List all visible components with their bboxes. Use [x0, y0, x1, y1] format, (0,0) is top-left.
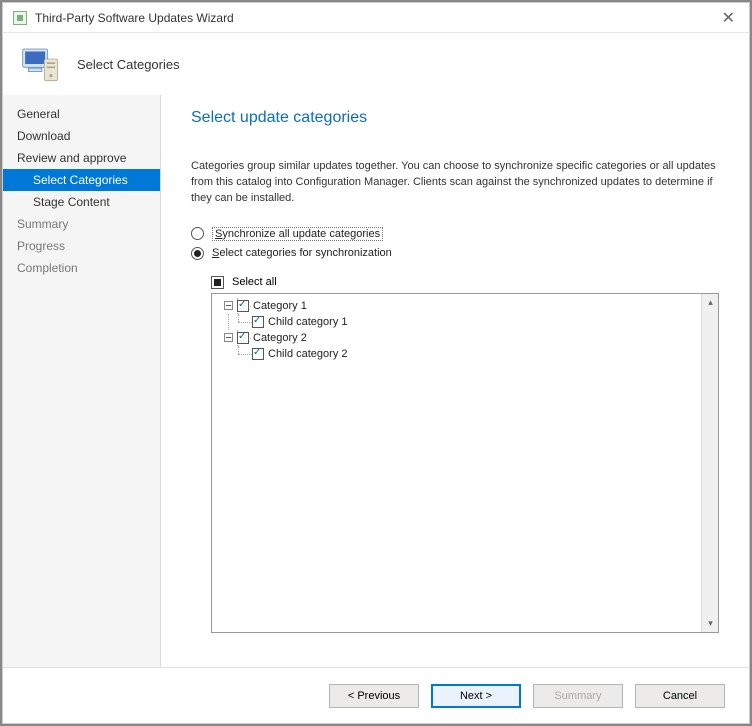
child-2-checkbox[interactable] [252, 348, 264, 360]
select-all-label: Select all [232, 276, 277, 288]
banner: Select Categories [3, 33, 749, 95]
tree-node-child-2[interactable]: Child category 2 [214, 346, 699, 362]
child-1-label: Child category 1 [268, 316, 348, 328]
close-icon: ✕ [722, 10, 735, 27]
nav-item-completion[interactable]: Completion [3, 257, 160, 279]
body: General Download Review and approve Sele… [3, 95, 749, 667]
radio-select-specific-input[interactable] [191, 247, 204, 260]
previous-button[interactable]: < Previous [329, 684, 419, 708]
tree-node-category-2[interactable]: Category 2 [214, 330, 699, 346]
radio-select-specific-label: Select categories for synchronization [212, 247, 392, 259]
category-2-label: Category 2 [253, 332, 307, 344]
title-bar: Third-Party Software Updates Wizard ✕ [3, 3, 749, 33]
child-2-label: Child category 2 [268, 348, 348, 360]
page-title: Select update categories [191, 109, 719, 127]
monitor-server-icon [21, 44, 61, 84]
close-button[interactable]: ✕ [718, 8, 739, 28]
category-tree-inner[interactable]: Category 1 Child category 1 [212, 294, 701, 632]
tree-node-category-1[interactable]: Category 1 [214, 298, 699, 314]
nav-sidebar: General Download Review and approve Sele… [3, 95, 161, 667]
nav-item-select-categories[interactable]: Select Categories [3, 169, 160, 191]
nav-item-download[interactable]: Download [3, 125, 160, 147]
radio-sync-all-input[interactable] [191, 227, 204, 240]
app-icon [13, 11, 27, 25]
wizard-window: Third-Party Software Updates Wizard ✕ Se… [2, 2, 750, 724]
radio-select-specific[interactable]: Select categories for synchronization [191, 247, 719, 260]
summary-button: Summary [533, 684, 623, 708]
nav-item-progress[interactable]: Progress [3, 235, 160, 257]
select-all-row[interactable]: Select all [211, 276, 719, 289]
radio-sync-all[interactable]: Synchronize all update categories [191, 227, 719, 241]
expand-collapse-icon[interactable] [224, 301, 233, 310]
select-all-checkbox[interactable] [211, 276, 224, 289]
cancel-button[interactable]: Cancel [635, 684, 725, 708]
category-1-checkbox[interactable] [237, 300, 249, 312]
page-description: Categories group similar updates togethe… [191, 159, 719, 207]
scrollbar[interactable]: ▴ ▾ [701, 294, 718, 632]
child-1-checkbox[interactable] [252, 316, 264, 328]
nav-item-review-approve[interactable]: Review and approve [3, 147, 160, 169]
window-title: Third-Party Software Updates Wizard [35, 11, 234, 25]
category-2-checkbox[interactable] [237, 332, 249, 344]
radio-sync-all-label: Synchronize all update categories [212, 227, 383, 241]
category-1-label: Category 1 [253, 300, 307, 312]
scroll-up-icon[interactable]: ▴ [702, 294, 719, 311]
nav-item-summary[interactable]: Summary [3, 213, 160, 235]
footer: < Previous Next > Summary Cancel [3, 667, 749, 723]
banner-title: Select Categories [77, 57, 180, 72]
scroll-down-icon[interactable]: ▾ [702, 615, 719, 632]
main-content: Select update categories Categories grou… [161, 95, 749, 667]
nav-item-general[interactable]: General [3, 103, 160, 125]
category-tree: Category 1 Child category 1 [211, 293, 719, 633]
nav-item-stage-content[interactable]: Stage Content [3, 191, 160, 213]
next-button[interactable]: Next > [431, 684, 521, 708]
title-bar-left: Third-Party Software Updates Wizard [13, 11, 234, 25]
expand-collapse-icon[interactable] [224, 333, 233, 342]
tree-node-child-1[interactable]: Child category 1 [214, 314, 699, 330]
